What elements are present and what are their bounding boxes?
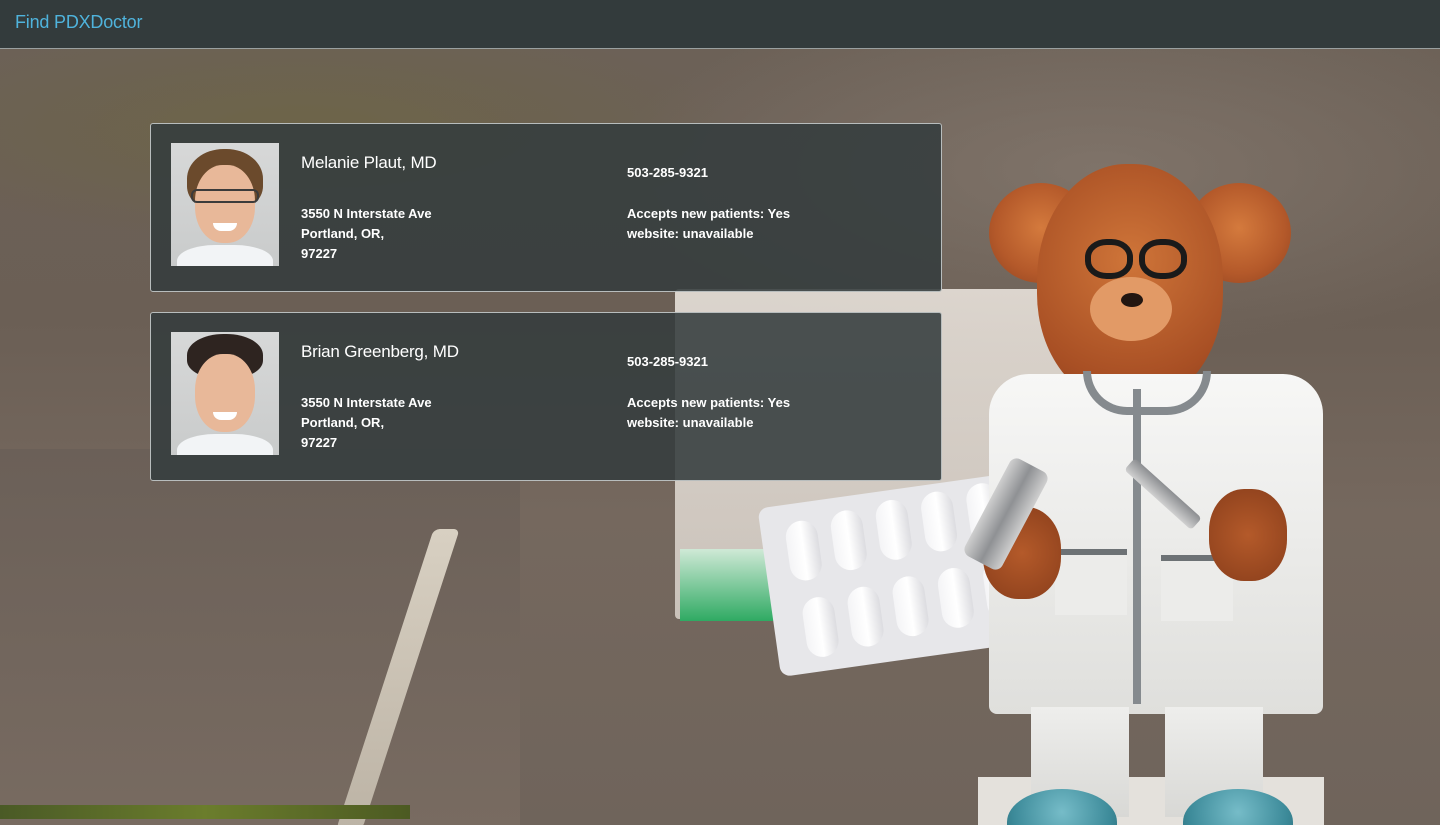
teddy-doctor-figurine [961,109,1335,825]
accepts-new-patients: Accepts new patients: Yes [627,395,791,410]
address-city: Portland, OR, [301,226,385,241]
doctor-card[interactable]: Brian Greenberg, MD 3550 N Interstate Av… [150,312,942,481]
doctor-address: 3550 N Interstate Ave Portland, OR, 9722… [301,204,432,264]
doctor-meta: Accepts new patients: Yes website: unava… [627,393,790,433]
doctor-results-list: Melanie Plaut, MD 3550 N Interstate Ave … [150,123,942,501]
doctor-phone: 503-285-9321 [627,165,708,180]
brand-link[interactable]: Find PDXDoctor [15,12,142,33]
accepts-new-patients: Accepts new patients: Yes [627,206,791,221]
doctor-photo [171,332,279,455]
address-street: 3550 N Interstate Ave [301,395,432,410]
doctor-photo [171,143,279,266]
doctor-website: website: unavailable [627,415,754,430]
doctor-name: Brian Greenberg, MD [301,342,459,361]
doctor-phone: 503-285-9321 [627,354,708,369]
address-street: 3550 N Interstate Ave [301,206,432,221]
navbar: Find PDXDoctor [0,0,1440,49]
doctor-website: website: unavailable [627,226,754,241]
doctor-card[interactable]: Melanie Plaut, MD 3550 N Interstate Ave … [150,123,942,292]
doctor-address: 3550 N Interstate Ave Portland, OR, 9722… [301,393,432,453]
address-zip: 97227 [301,435,338,450]
address-city: Portland, OR, [301,415,385,430]
address-zip: 97227 [301,246,338,261]
doctor-name: Melanie Plaut, MD [301,153,437,172]
doctor-meta: Accepts new patients: Yes website: unava… [627,204,790,244]
